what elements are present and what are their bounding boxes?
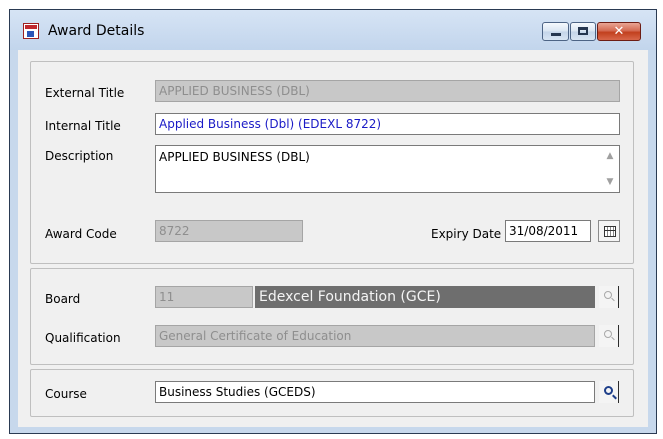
title-bar[interactable]: Award Details ✕ (10, 10, 656, 50)
close-button[interactable]: ✕ (597, 22, 641, 41)
description-label: Description (45, 149, 114, 163)
board-label: Board (45, 292, 81, 306)
qualification-field: General Certificate of Education (155, 325, 595, 347)
expiry-date-field[interactable]: 31/08/2011 (505, 220, 591, 242)
course-field[interactable]: Business Studies (GCEDS) (155, 381, 595, 403)
internal-title-field[interactable]: Applied Business (Dbl) (EDEXL 8722) (155, 113, 620, 135)
scroll-down-icon[interactable]: ▼ (604, 177, 616, 187)
qualification-label: Qualification (45, 331, 121, 345)
external-title-field: APPLIED BUSINESS (DBL) (155, 80, 620, 102)
board-group: Board 11 Edexcel Foundation (GCE) Qualif… (30, 268, 634, 365)
window-title: Award Details (48, 23, 145, 39)
expiry-date-label: Expiry Date (431, 227, 502, 241)
qualification-lookup-button[interactable] (599, 325, 619, 347)
close-icon: ✕ (613, 24, 625, 39)
external-title-label: External Title (45, 86, 125, 100)
board-name-field: Edexcel Foundation (GCE) (255, 286, 595, 308)
award-details-window: Award Details ✕ External Title APPLIED B… (9, 9, 657, 434)
minimize-button[interactable] (542, 22, 569, 41)
maximize-icon (578, 27, 588, 35)
form-area: External Title APPLIED BUSINESS (DBL) In… (18, 50, 648, 427)
magnifier-icon (604, 330, 612, 338)
course-group: Course Business Studies (GCEDS) (30, 369, 634, 417)
description-field[interactable]: APPLIED BUSINESS (DBL) ▲ ▼ (155, 145, 620, 193)
board-code-field: 11 (155, 286, 253, 308)
course-lookup-button[interactable] (599, 381, 619, 403)
course-label: Course (45, 387, 87, 401)
award-code-label: Award Code (45, 227, 117, 241)
scroll-up-icon[interactable]: ▲ (604, 151, 616, 161)
maximize-button[interactable] (570, 22, 596, 41)
award-group: External Title APPLIED BUSINESS (DBL) In… (30, 61, 634, 264)
internal-title-label: Internal Title (45, 119, 121, 133)
board-lookup-button[interactable] (599, 286, 619, 308)
award-code-field: 8722 (155, 220, 303, 242)
magnifier-icon (604, 386, 613, 395)
description-text: APPLIED BUSINESS (DBL) (159, 150, 310, 164)
award-app-icon (23, 23, 39, 39)
calendar-button[interactable] (598, 220, 620, 242)
minimize-icon (551, 33, 561, 36)
magnifier-icon (604, 291, 612, 299)
calendar-icon (604, 226, 616, 237)
